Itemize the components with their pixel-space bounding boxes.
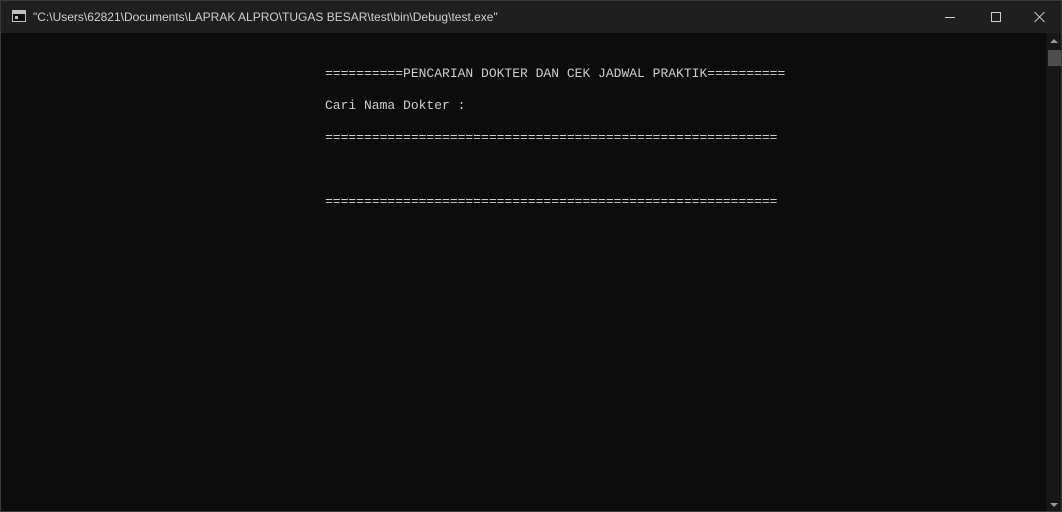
separator-line: ========================================…	[325, 130, 778, 145]
minimize-button[interactable]	[927, 1, 973, 33]
console-window: "C:\Users\62821\Documents\LAPRAK ALPRO\T…	[0, 0, 1062, 512]
title-bar[interactable]: "C:\Users\62821\Documents\LAPRAK ALPRO\T…	[1, 1, 1061, 33]
close-button[interactable]	[1017, 1, 1061, 33]
header-line: ==========PENCARIAN DOKTER DAN CEK JADWA…	[325, 66, 786, 81]
scroll-thumb[interactable]	[1048, 50, 1061, 66]
vertical-scrollbar[interactable]	[1046, 33, 1061, 511]
minimize-icon	[945, 17, 955, 18]
search-prompt: Cari Nama Dokter :	[325, 98, 474, 113]
window-title: "C:\Users\62821\Documents\LAPRAK ALPRO\T…	[33, 10, 498, 24]
separator-line: ========================================…	[325, 194, 778, 209]
close-icon	[1034, 11, 1046, 23]
console-output[interactable]: ==========PENCARIAN DOKTER DAN CEK JADWA…	[1, 33, 1046, 511]
scroll-up-arrow-icon[interactable]	[1050, 39, 1058, 43]
maximize-button[interactable]	[973, 1, 1019, 33]
console-app-icon[interactable]	[12, 10, 26, 22]
maximize-icon	[991, 12, 1001, 22]
scroll-down-arrow-icon[interactable]	[1050, 503, 1058, 507]
